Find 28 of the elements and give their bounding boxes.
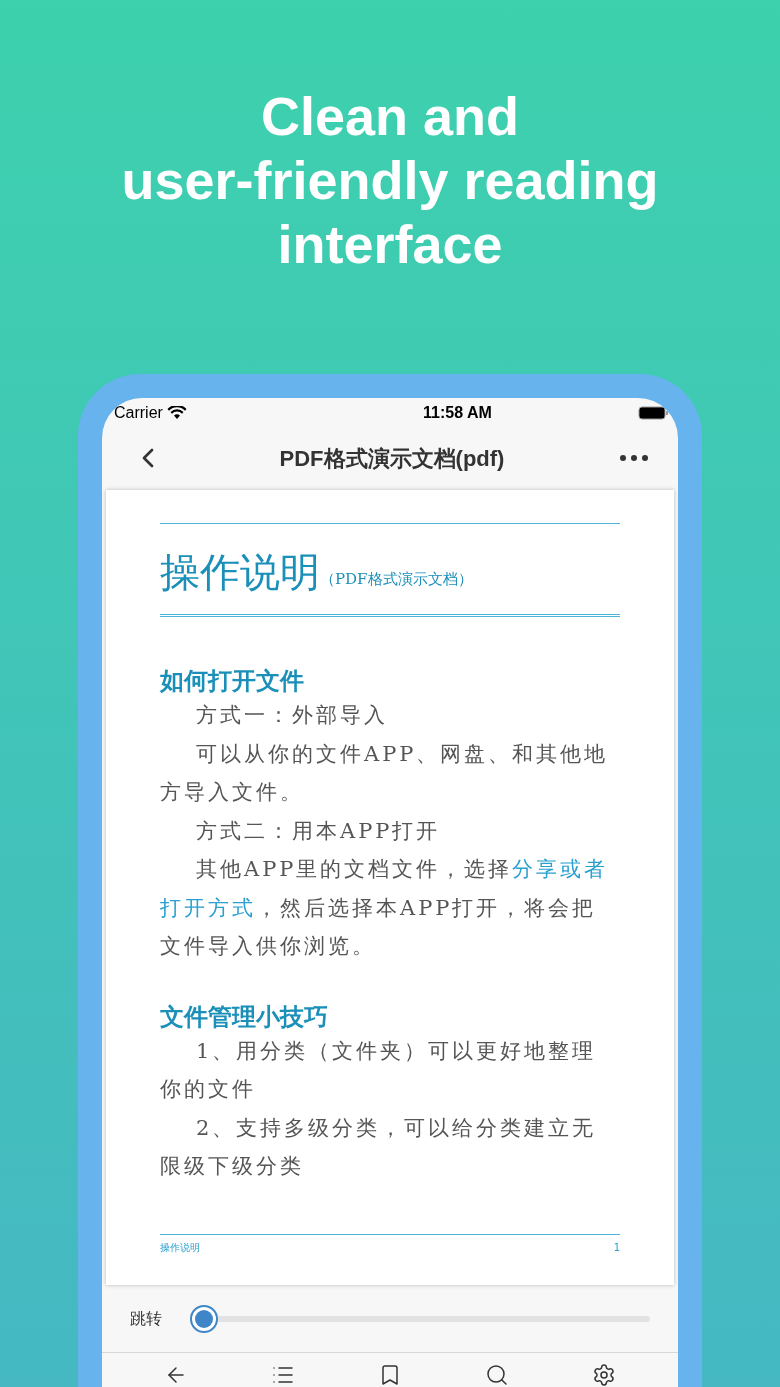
paragraph-text: 可以从你的文件APP、网盘、和其他地方导入文件。	[160, 741, 609, 804]
nav-title: PDF格式演示文档(pdf)	[279, 444, 505, 473]
paragraph-text: 文件导入供你浏览。	[160, 934, 376, 958]
settings-icon[interactable]	[592, 1363, 617, 1387]
page-number: 1	[613, 1241, 620, 1255]
paragraph-text: ，然后选择本APP打开，将会把	[256, 895, 597, 920]
wifi-icon	[166, 406, 187, 420]
highlighted-text: 打开方式	[160, 895, 256, 920]
headline: user-friendly reading	[121, 149, 659, 212]
paragraph-text: 其他APP里的文档文件，选择	[196, 857, 513, 881]
page-footer-title: 操作说明	[160, 1241, 200, 1255]
paragraph-text: 1、用分类（文件夹）可以更好地整理你的文件	[160, 1038, 597, 1101]
document-subtitle: （PDF格式演示文档）	[320, 568, 473, 590]
section-heading: 如何打开文件	[160, 666, 305, 696]
section-heading: 文件管理小技巧	[160, 1001, 329, 1032]
paragraph-text: 方式一：外部导入	[196, 703, 388, 727]
battery-icon	[638, 406, 668, 420]
headline: Clean and	[260, 85, 519, 148]
highlighted-text: 分享或者	[512, 857, 609, 881]
search-icon[interactable]	[485, 1363, 510, 1387]
more-button[interactable]	[620, 455, 648, 461]
paragraph-text: 2、支持多级分类，可以给分类建立无限级下级分类	[160, 1115, 597, 1178]
headline: interface	[277, 213, 503, 276]
jump-label: 跳转	[130, 1308, 162, 1329]
status-time: 11:58 AM	[423, 403, 492, 423]
paragraph-text: 方式二：用本APP打开	[196, 818, 441, 843]
carrier-label: Carrier	[114, 403, 163, 423]
document-title: 操作说明	[160, 550, 320, 594]
